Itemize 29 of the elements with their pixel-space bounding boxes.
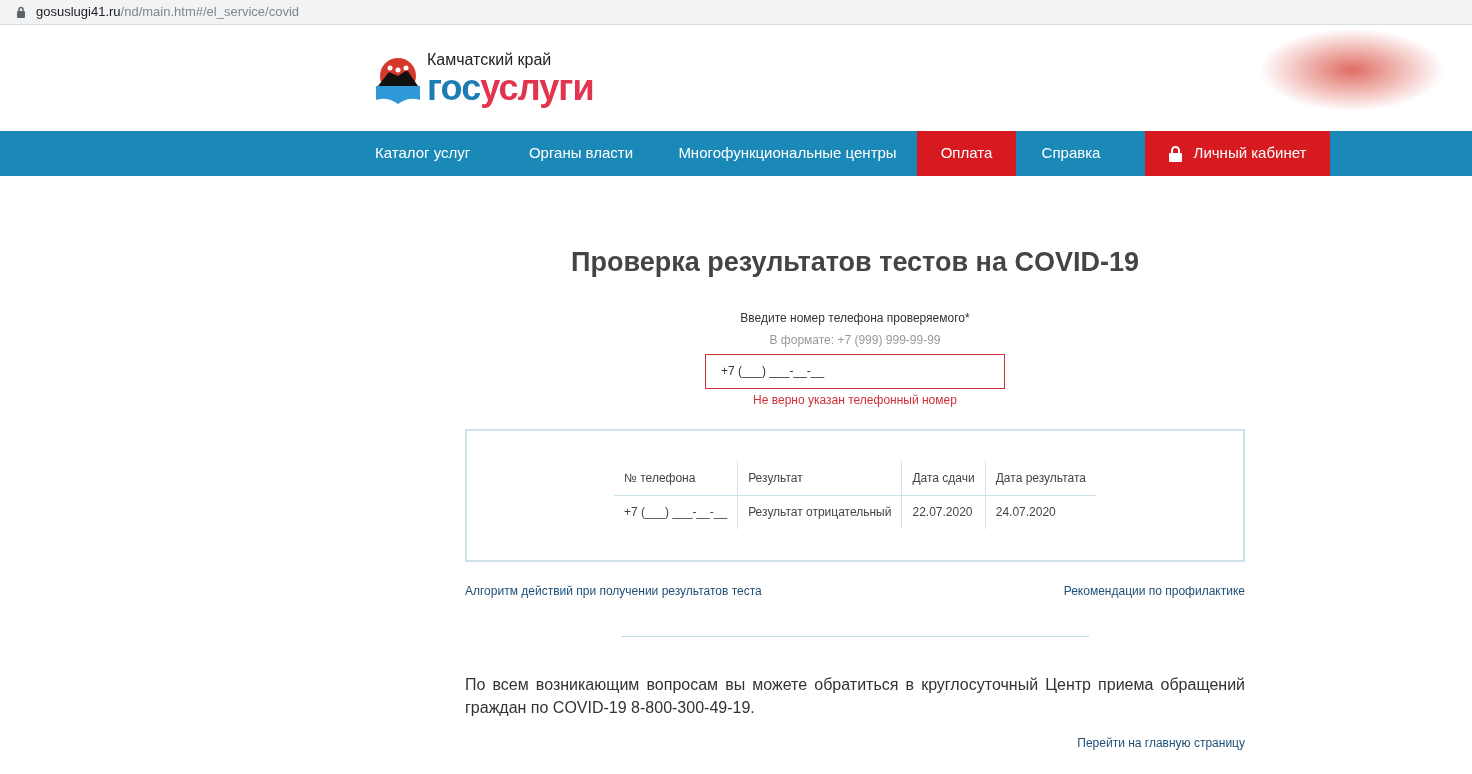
home-page-link[interactable]: Перейти на главную страницу (1077, 733, 1245, 752)
nav-link[interactable]: Справка (1016, 131, 1126, 176)
action-algorithm-link[interactable]: Алгоритм действий при получении результатов теста (465, 581, 762, 600)
column-header: Дата сдачи (901, 461, 986, 495)
nav-link[interactable]: Органы власти (504, 131, 658, 176)
column-header: № телефона (614, 461, 738, 495)
personal-account-button[interactable]: Личный кабинет (1145, 131, 1330, 176)
lock-icon (16, 6, 26, 18)
nav-link[interactable]: Оплата (917, 131, 1016, 176)
phone-input-field[interactable]: +7 (___) ___-__-__ (705, 353, 1005, 389)
column-header: Результат (737, 461, 902, 495)
table-cell: 24.07.2020 (985, 495, 1096, 529)
lock-icon (1168, 145, 1182, 162)
column-header: Дата результата (985, 461, 1096, 495)
field-hint: В формате: +7 (999) 999-99-99 (769, 331, 941, 349)
table-cell: +7 (___) ___-__-__ (614, 495, 738, 529)
emblem-icon (375, 56, 421, 106)
error-message: Не верно указан телефонный номер (753, 391, 957, 409)
contact-information-text: По всем возникающим вопросам вы можете обратиться в круглосуточный Центр приема обращений граждан по COVID-19 8-800-300-49-19. (465, 674, 1245, 718)
prevention-recommendations-link[interactable]: Рекомендации по профилактике (1063, 581, 1245, 600)
table-cell: 22.07.2020 (901, 495, 986, 529)
page-title: Проверка результатов тестов на COVID-19 (571, 246, 1139, 279)
field-label: Введите номер телефона проверяемого* (740, 309, 970, 327)
site-logo-wordmark[interactable]: госуслуги (427, 70, 594, 106)
nav-link[interactable]: Многофункциональные центры (658, 131, 917, 176)
table-cell: Результат отрицательный (737, 495, 902, 529)
region-name: Камчатский край (427, 52, 553, 68)
address-bar-url[interactable]: gosuslugi41.ru/nd/main.htm#/el_service/covid (36, 2, 300, 22)
nav-link[interactable]: Каталог услуг (360, 131, 504, 176)
